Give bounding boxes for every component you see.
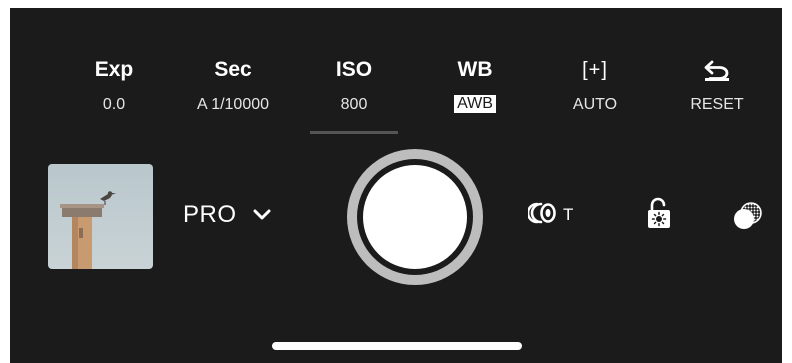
iso-control[interactable]: ISO 800 bbox=[304, 58, 404, 114]
focus-value: AUTO bbox=[572, 96, 618, 113]
lens-label: T bbox=[563, 205, 574, 224]
mode-selector[interactable]: PRO bbox=[183, 200, 271, 230]
exposure-lock-icon[interactable] bbox=[646, 196, 672, 230]
iso-value: 800 bbox=[340, 96, 368, 113]
exposure-value: 0.0 bbox=[102, 96, 126, 113]
shutter-core bbox=[363, 165, 467, 269]
mode-label: PRO bbox=[183, 201, 237, 228]
shutter-button[interactable] bbox=[347, 149, 483, 285]
iso-label: ISO bbox=[335, 58, 373, 81]
home-indicator bbox=[272, 342, 522, 350]
lens-switch-icon bbox=[526, 201, 558, 230]
reset-arrow-icon bbox=[667, 58, 767, 82]
lens-switch-button[interactable]: T bbox=[526, 201, 574, 230]
focus-bracket-icon: [+] bbox=[582, 59, 608, 81]
white-balance-value: AWB bbox=[454, 95, 496, 113]
reset-label: RESET bbox=[690, 96, 744, 113]
white-balance-control[interactable]: WB AWB bbox=[425, 58, 525, 113]
exposure-label: Exp bbox=[94, 58, 134, 81]
white-balance-label: WB bbox=[457, 58, 493, 81]
shutter-speed-label: Sec bbox=[214, 58, 252, 81]
shutter-speed-control[interactable]: Sec A 1/10000 bbox=[183, 58, 283, 114]
reset-control[interactable]: RESET bbox=[667, 58, 767, 114]
exposure-control[interactable]: Exp 0.0 bbox=[64, 58, 164, 114]
active-control-indicator bbox=[310, 131, 398, 134]
last-photo-thumbnail[interactable] bbox=[48, 164, 153, 269]
shutter-speed-value: A 1/10000 bbox=[196, 96, 270, 113]
camera-controls-panel: Exp 0.0 Sec A 1/10000 ISO 800 WB AWB [+]… bbox=[10, 8, 782, 363]
focus-control[interactable]: [+] AUTO bbox=[545, 58, 645, 114]
filter-icon[interactable] bbox=[732, 200, 764, 232]
chevron-down-icon bbox=[253, 209, 271, 221]
